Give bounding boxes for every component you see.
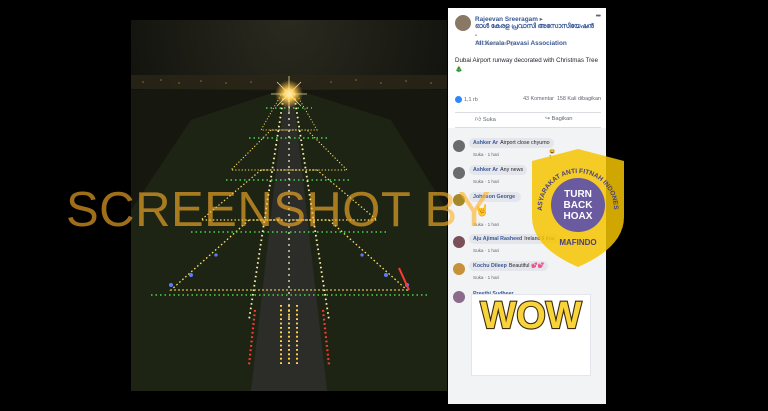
comment-time[interactable]: 1 hari [488,275,500,280]
group-name-malayalam[interactable]: ഓൾ കേരള പ്രവാസി അസോസിയേഷൻ - [475,23,597,40]
share-button-label: Bagikan [551,116,573,122]
thumbs-up-icon: 👍︎ [475,117,482,123]
post-date[interactable]: 21 Desember [475,41,507,47]
comment-like-link[interactable]: Suka [473,248,483,253]
comment-text: Any news [500,167,524,173]
badge-line1: TURN [564,189,592,200]
post-header: Rajeevan Sreeragam ▸ ഓൾ കേരള പ്രവാസി അസോ… [448,8,606,54]
commenter-name[interactable]: Kochu Dileep [473,263,507,269]
post-author[interactable]: Rajeevan Sreeragam ▸ [475,15,543,23]
shares-count[interactable]: 158 Kali dibagikan [557,96,601,102]
badge-line3: HOAX [564,211,593,222]
commenter-name[interactable]: Ashker Ar [473,140,498,146]
commenter-name[interactable]: Ashker Ar [473,167,498,173]
like-reaction-icon [455,96,462,103]
commenter-avatar[interactable] [453,167,465,179]
comments-count[interactable]: 43 Komentar [523,96,554,102]
commenter-avatar[interactable] [453,140,465,152]
reactions-summary[interactable]: 1,1 rb [455,96,478,103]
comment-meta: Suka · 1 hari [473,152,500,157]
share-icon: ↪ [545,116,550,122]
comment-time[interactable]: 1 hari [488,152,500,157]
author-avatar[interactable] [455,15,471,31]
badge-line2: BACK [564,200,594,211]
commenter-avatar[interactable] [453,263,465,275]
post-time[interactable]: 21 Desember ◍ [475,41,514,47]
reactions-count[interactable]: 1,1 rb [464,97,478,103]
comment-like-link[interactable]: Suka [473,152,483,157]
comment-like-link[interactable]: Suka [473,275,483,280]
action-bar: 👍︎ Suka ↪ Bagikan [455,112,601,128]
share-button[interactable]: ↪ Bagikan [545,116,572,122]
turnbackhoax-badge: MASYARAKAT ANTI FITNAH INDONESIA TURN BA… [528,147,624,267]
comment-meta: Suka · 1 hari [473,248,500,253]
like-button[interactable]: 👍︎ Suka [475,116,496,123]
comment-text: Airport close chyumo [500,140,550,146]
watermark-text: SCREENSHOT BY [66,183,491,237]
comment-time[interactable]: 1 hari [488,248,500,253]
commenter-avatar[interactable] [453,291,465,303]
author-name[interactable]: Rajeevan Sreeragam [475,16,538,23]
arrow-right-icon: ▸ [539,16,543,23]
more-options-icon[interactable]: ••• [596,13,601,20]
globe-icon: ◍ [508,41,515,47]
wow-sticker-graphic: WOW [479,294,583,338]
sticker-text: WOW [480,295,581,337]
engagement-counts: 43 Komentar 158 Kali dibagikan [523,96,601,102]
badge-bottom-text: MAFINDO [559,238,596,247]
wow-sticker: WOW [471,294,591,376]
post-text: Dubai Airport runway decorated with Chri… [455,57,599,73]
like-button-label: Suka [482,117,496,123]
comment-meta: Suka · 1 hari [473,275,500,280]
comment-bubble: Ashker Ar Any news [469,165,528,175]
